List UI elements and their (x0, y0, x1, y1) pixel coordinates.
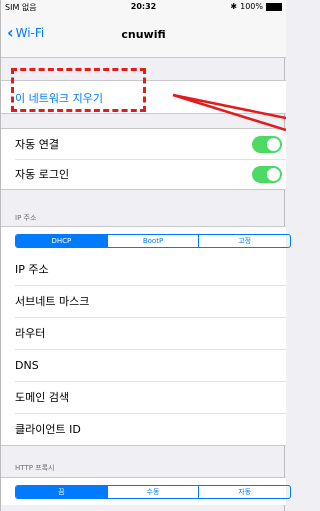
battery-percent: 100% (240, 2, 263, 11)
list-item: 도메인 검색 (1, 381, 286, 413)
list-item: DNS (1, 349, 286, 381)
highlight-box (11, 68, 146, 112)
list-item: 라우터 (1, 317, 286, 349)
auto-login-toggle[interactable] (252, 166, 282, 183)
segment-dhcp[interactable]: DHCP (16, 235, 107, 247)
ip-mode-container: DHCP BootP 고정 (1, 226, 291, 254)
proxy-mode-segmented-control: 끔 수동 자동 (15, 485, 291, 499)
bluetooth-icon: ✱ (230, 2, 238, 11)
battery-icon (266, 2, 282, 11)
status-bar: SIM 없음 20:32 ✱ 100% (1, 0, 286, 14)
navigation-bar: ‹ Wi-Fi cnuwifi (1, 14, 286, 58)
segment-bootp[interactable]: BootP (106, 235, 199, 247)
ip-info-group: IP 주소 서브네트 마스크 라우터 DNS 도메인 검색 클라이언트 ID (1, 253, 286, 446)
proxy-section-header: HTTP 프록시 (15, 464, 55, 472)
status-right: ✱ 100% (230, 2, 282, 11)
segment-manual[interactable]: 수동 (106, 486, 199, 498)
auto-login-row: 자동 로그인 (1, 159, 286, 189)
page-title: cnuwifi (121, 28, 166, 41)
list-item: IP 주소 (15, 263, 49, 276)
auto-login-label: 자동 로그인 (15, 168, 70, 181)
list-item: 클라이언트 ID (1, 413, 286, 445)
proxy-mode-container: 끔 수동 자동 (1, 477, 291, 505)
ip-mode-segmented-control: DHCP BootP 고정 (15, 234, 291, 248)
segment-auto[interactable]: 자동 (198, 486, 290, 498)
ip-section-header: IP 주소 (15, 214, 37, 222)
auto-join-label: 자동 연결 (15, 138, 59, 151)
list-item: 서브네트 마스크 (1, 285, 286, 317)
segment-static[interactable]: 고정 (198, 235, 290, 247)
auto-join-row: 자동 연결 (1, 129, 286, 159)
auto-join-toggle[interactable] (252, 136, 282, 153)
segment-off[interactable]: 끔 (16, 486, 107, 498)
auto-settings-group: 자동 연결 자동 로그인 (1, 128, 286, 190)
